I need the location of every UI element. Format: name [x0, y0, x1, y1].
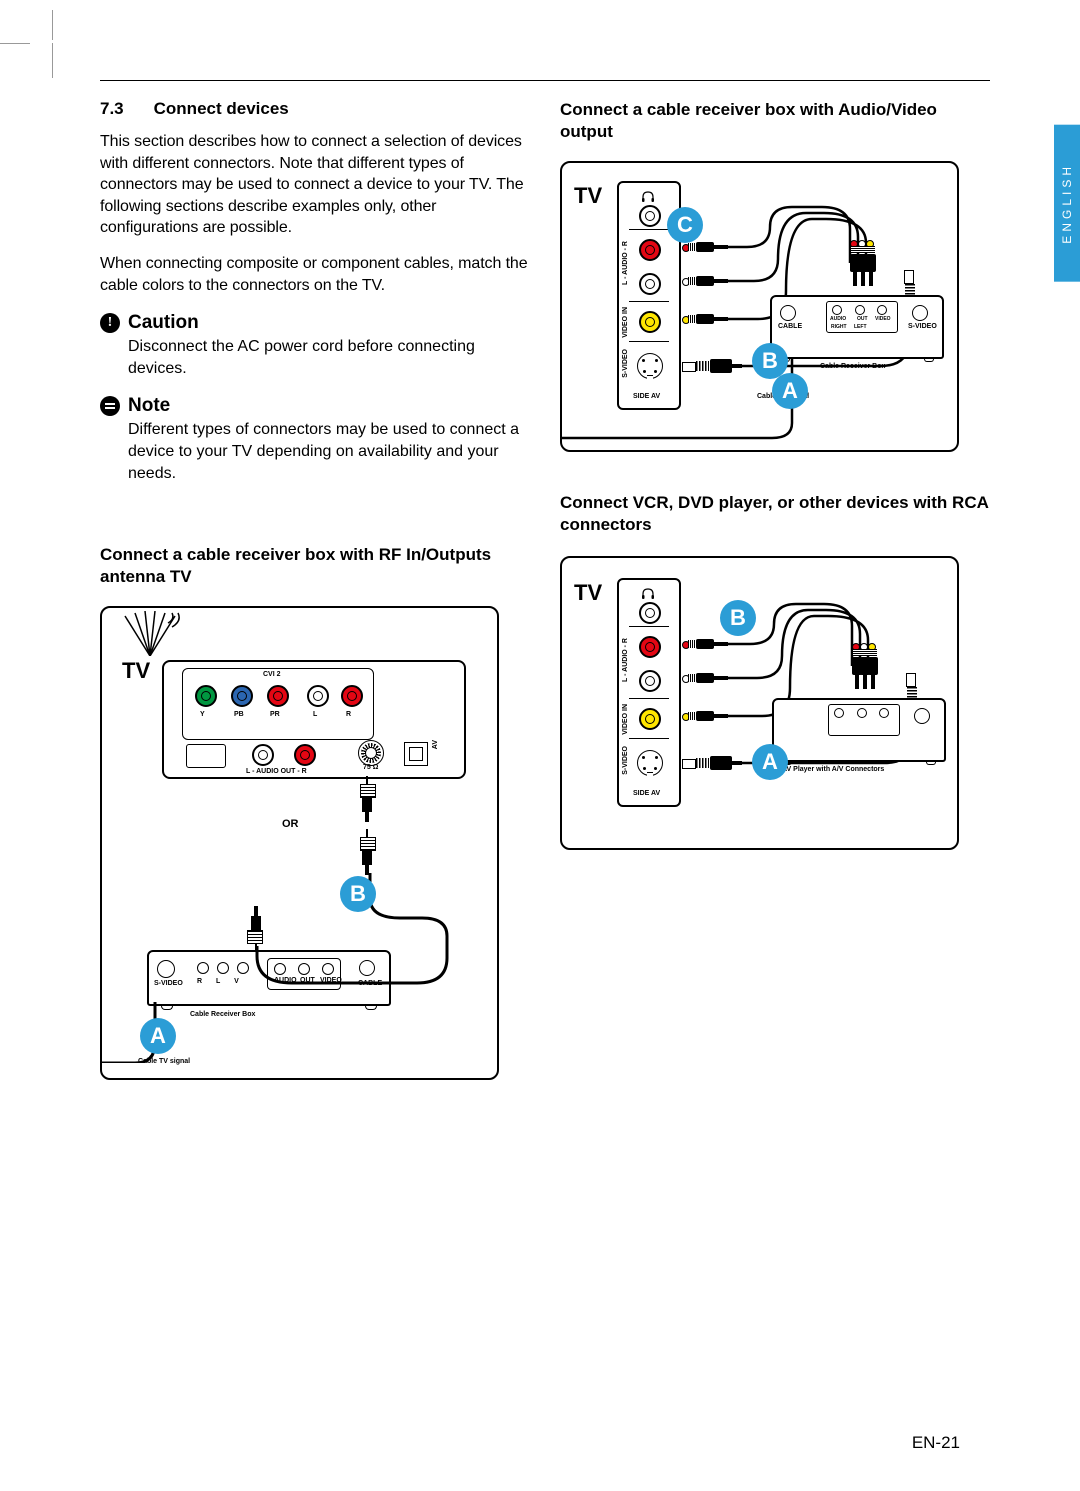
section-number: 7.3 [100, 99, 124, 118]
d1-crb-cable: CABLE [358, 980, 382, 987]
d1-l: L [313, 711, 317, 718]
d1-r: R [346, 711, 351, 718]
d2-dev-left: LEFT [854, 324, 867, 330]
d1-crb-audio: AUDIO [274, 977, 297, 984]
antenna-icon [120, 611, 180, 656]
subhead-right-bottom: Connect VCR, DVD player, or other device… [560, 492, 990, 536]
caution-label: Caution [128, 312, 199, 334]
d1-cable-signal: Cable TV signal [138, 1058, 190, 1065]
d1-pr: PR [270, 711, 280, 718]
note-body: Different types of connectors may be use… [100, 419, 530, 484]
d1-pb: PB [234, 711, 244, 718]
d2-dev-right: RIGHT [831, 324, 847, 330]
d1-crb-label: Cable Receiver Box [190, 1011, 255, 1018]
d1-tv-label: TV [122, 658, 150, 684]
d1-coax-plug-1 [358, 780, 376, 820]
d1-cvi2-label: CVI 2 [263, 671, 281, 678]
d2-device-label: Cable Receiver Box [820, 363, 885, 370]
page-number: EN-21 [912, 1433, 960, 1453]
d1-tv-panel: CVI 2 Y PB PR L R [162, 660, 466, 779]
d1-crb-video: VIDEO [320, 977, 342, 984]
diagram-av-output: TV L - AUDIO - R [560, 161, 959, 452]
language-tab: ENGLISH [1054, 125, 1080, 282]
d2-dev-video: VIDEO [875, 316, 891, 322]
caution-block: ! Caution Disconnect the AC power cord b… [100, 312, 530, 379]
caution-body: Disconnect the AC power cord before conn… [100, 336, 530, 379]
crop-mark-h [0, 43, 30, 44]
caution-icon: ! [100, 313, 120, 333]
left-column: 7.3 Connect devices This section describe… [100, 99, 530, 1080]
note-icon [100, 396, 120, 416]
d3-device-label: AV Player with A/V Connectors [782, 766, 884, 773]
page-content: 7.3 Connect devices This section describe… [100, 80, 990, 1410]
d2-dev-svideo: S-VIDEO [908, 323, 937, 330]
intro-para-2: When connecting composite or component c… [100, 253, 530, 296]
subhead-left: Connect a cable receiver box with RF In/… [100, 544, 530, 588]
d1-coax-plug-2 [358, 833, 376, 873]
right-column: Connect a cable receiver box with Audio/… [560, 99, 990, 1080]
d1-crb-svideo: S-VIDEO [154, 980, 183, 987]
d3-dev-plug-yellow [867, 643, 879, 685]
note-block: Note Different types of connectors may b… [100, 395, 530, 484]
crop-mark-v2 [52, 10, 53, 40]
d2-label-A: A [772, 373, 808, 409]
d1-75ohm: 75 Ω [363, 764, 378, 771]
section-title: Connect devices [154, 99, 289, 118]
d2-dev-plug-yellow [865, 240, 877, 282]
d2-label-C: C [667, 207, 703, 243]
section-heading: 7.3 Connect devices [100, 99, 530, 119]
d2-dev-cable: CABLE [778, 323, 802, 330]
page-rule [100, 80, 990, 81]
d1-crb-rlv: R L V [197, 978, 245, 985]
d1-audio-out: L - AUDIO OUT - R [246, 768, 307, 775]
d1-crb-out: OUT [300, 977, 315, 984]
d3-device [772, 698, 946, 762]
d1-y: Y [200, 711, 205, 718]
d2-device: CABLE AUDIO RIGHT LEFT OUT VIDEO S-VIDEO [770, 295, 944, 359]
d1-cable-box: S-VIDEO R L V AUDIO OUT VIDEO [147, 950, 391, 1006]
d1-or-label: OR [282, 818, 299, 830]
diagram-rca: TV L - AUDIO - R VID [560, 556, 959, 850]
crop-mark-v [52, 43, 53, 78]
subhead-right-top: Connect a cable receiver box with Audio/… [560, 99, 990, 143]
diagram-rf-antenna: TV CVI 2 [100, 606, 499, 1080]
intro-para-1: This section describes how to connect a … [100, 131, 530, 239]
d2-dev-out: OUT [857, 316, 868, 322]
d1-av: AV [432, 740, 439, 749]
d1-coax-plug-3 [247, 908, 265, 948]
d2-dev-audio: AUDIO [830, 316, 846, 322]
note-label: Note [128, 395, 170, 417]
